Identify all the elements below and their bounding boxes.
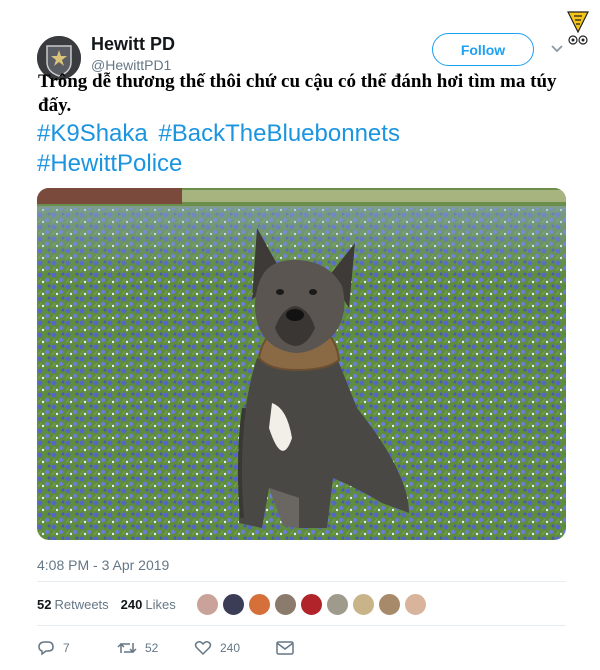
- liker-avatar[interactable]: [196, 593, 219, 616]
- tweet-actions: 7 52 240: [37, 640, 294, 656]
- liker-avatar[interactable]: [404, 593, 427, 616]
- envelope-icon: [276, 641, 294, 655]
- retweets-stat[interactable]: 52 Retweets: [37, 597, 109, 612]
- retweet-count: 52: [145, 641, 159, 655]
- likes-count: 240: [120, 597, 143, 612]
- retweet-button[interactable]: 52: [117, 641, 194, 655]
- liker-avatar[interactable]: [326, 593, 349, 616]
- logo-icon: [567, 11, 589, 45]
- likes-label: Likes: [145, 597, 176, 612]
- retweets-count: 52: [37, 597, 52, 612]
- liker-avatar[interactable]: [248, 593, 271, 616]
- reply-icon: [38, 641, 54, 656]
- direct-message-button[interactable]: [276, 641, 294, 655]
- follow-button[interactable]: Follow: [432, 33, 534, 66]
- divider: [37, 625, 566, 626]
- liker-avatar[interactable]: [378, 593, 401, 616]
- liker-avatar[interactable]: [300, 593, 323, 616]
- likes-stat[interactable]: 240 Likes: [121, 597, 176, 612]
- tweet-caption: Trông dễ thương thế thôi chứ cu cậu có t…: [38, 71, 557, 116]
- reply-button[interactable]: 7: [37, 640, 117, 656]
- liker-avatar[interactable]: [274, 593, 297, 616]
- divider: [37, 581, 566, 582]
- retweet-icon: [117, 642, 137, 654]
- like-button[interactable]: 240: [194, 640, 276, 656]
- heart-icon: [194, 641, 212, 656]
- hashtag-link[interactable]: #HewittPolice: [37, 150, 182, 177]
- like-count: 240: [220, 641, 241, 655]
- hashtag-link[interactable]: #BackTheBluebonnets: [158, 120, 400, 147]
- liker-avatar[interactable]: [352, 593, 375, 616]
- engagement-stats: 52 Retweets 240 Likes: [37, 597, 176, 612]
- liker-avatars: [196, 593, 427, 616]
- chevron-down-icon[interactable]: [550, 44, 564, 54]
- hashtag-link[interactable]: #K9Shaka: [37, 120, 148, 147]
- author-name[interactable]: Hewitt PD: [91, 34, 175, 55]
- liker-avatar[interactable]: [222, 593, 245, 616]
- tweet-timestamp[interactable]: 4:08 PM - 3 Apr 2019: [37, 557, 169, 573]
- retweets-label: Retweets: [54, 597, 109, 612]
- reply-count: 7: [63, 641, 70, 655]
- tweet-photo[interactable]: [37, 188, 566, 540]
- tweet-hashtags: #K9Shaka #BackTheBluebonnets #HewittPoli…: [37, 119, 567, 179]
